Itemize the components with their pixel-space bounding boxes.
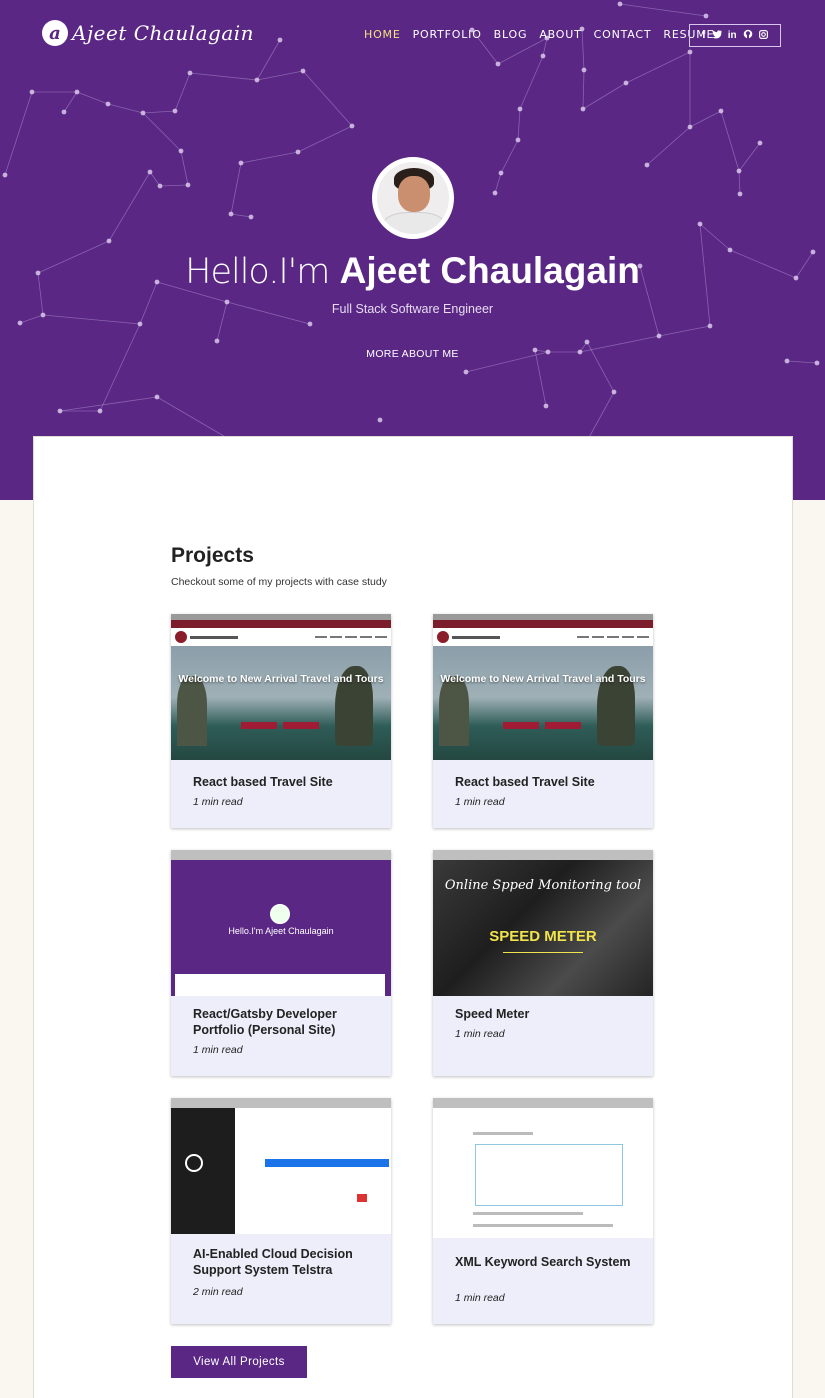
- thumbnail-caption: Welcome to New Arrival Travel and Tours: [440, 673, 646, 685]
- more-about-me-link[interactable]: MORE ABOUT ME: [0, 348, 825, 360]
- nav-home[interactable]: HOME: [364, 28, 401, 41]
- project-thumbnail: Welcome to New Arrival Travel and Tours: [433, 614, 653, 760]
- projects-subtitle: Checkout some of my projects with case s…: [171, 576, 387, 588]
- project-read-time: 2 min read: [193, 1286, 243, 1298]
- project-title: React based Travel Site: [455, 775, 595, 789]
- project-card[interactable]: Welcome to New Arrival Travel and Tours …: [171, 614, 391, 828]
- play-icon: [185, 1154, 203, 1172]
- hero-section: a Ajeet Chaulagain HOME PORTFOLIO BLOG A…: [0, 0, 825, 500]
- thumbnail-caption: Welcome to New Arrival Travel and Tours: [178, 673, 384, 685]
- main-nav: HOME PORTFOLIO BLOG ABOUT CONTACT RESUME: [364, 28, 714, 41]
- thumbnail-caption: Hello.I'm Ajeet Chaulagain: [228, 926, 334, 936]
- project-title: AI-Enabled Cloud Decision Support System…: [193, 1247, 353, 1277]
- project-thumbnail: Welcome to New Arrival Travel and Tours: [171, 614, 391, 760]
- content-card: [33, 436, 793, 1398]
- project-title: Speed Meter: [455, 1007, 530, 1021]
- project-thumbnail: Online Spped Monitoring tool SPEED METER: [433, 850, 653, 996]
- github-icon[interactable]: [743, 29, 753, 42]
- view-all-projects-button[interactable]: View All Projects: [171, 1346, 307, 1378]
- hero-greeting: Hello.I'm: [185, 252, 330, 292]
- project-thumbnail: [171, 1098, 391, 1234]
- projects-title: Projects: [171, 544, 254, 567]
- profile-avatar: [372, 157, 454, 239]
- thumbnail-heading: SPEED METER: [489, 928, 597, 945]
- hero-tagline: Full Stack Software Engineer: [331, 302, 494, 316]
- brand-monogram-icon: a: [42, 20, 68, 46]
- project-thumbnail: [433, 1098, 653, 1238]
- hero-heading: Hello.I'm Ajeet Chaulagain: [0, 250, 825, 292]
- nav-about[interactable]: ABOUT: [539, 28, 581, 41]
- project-card[interactable]: XML Keyword Search System 1 min read: [433, 1098, 653, 1324]
- project-thumbnail: Hello.I'm Ajeet Chaulagain: [171, 850, 391, 996]
- project-card[interactable]: Hello.I'm Ajeet Chaulagain React/Gatsby …: [171, 850, 391, 1076]
- social-links: f in: [689, 24, 781, 47]
- nav-portfolio[interactable]: PORTFOLIO: [413, 28, 482, 41]
- instagram-icon[interactable]: [758, 29, 768, 42]
- hero-name: Ajeet Chaulagain: [339, 250, 640, 291]
- brand-name: Ajeet Chaulagain: [72, 21, 255, 45]
- project-read-time: 1 min read: [455, 1292, 505, 1304]
- project-read-time: 1 min read: [455, 1028, 505, 1040]
- facebook-icon[interactable]: f: [702, 30, 705, 41]
- project-title: React/Gatsby Developer Portfolio (Person…: [193, 1007, 337, 1037]
- project-read-time: 1 min read: [193, 1044, 243, 1056]
- thumbnail-caption: Online Spped Monitoring tool: [444, 878, 642, 893]
- project-title: XML Keyword Search System: [455, 1255, 631, 1269]
- project-card[interactable]: AI-Enabled Cloud Decision Support System…: [171, 1098, 391, 1324]
- twitter-icon[interactable]: [711, 29, 722, 42]
- project-read-time: 1 min read: [455, 796, 505, 808]
- nav-blog[interactable]: BLOG: [494, 28, 528, 41]
- nav-contact[interactable]: CONTACT: [594, 28, 652, 41]
- brand-logo-link[interactable]: a Ajeet Chaulagain: [42, 20, 254, 46]
- project-card[interactable]: Online Spped Monitoring tool SPEED METER…: [433, 850, 653, 1076]
- project-title: React based Travel Site: [193, 775, 333, 789]
- project-card[interactable]: Welcome to New Arrival Travel and Tours …: [433, 614, 653, 828]
- linkedin-icon[interactable]: in: [728, 30, 737, 41]
- project-read-time: 1 min read: [193, 796, 243, 808]
